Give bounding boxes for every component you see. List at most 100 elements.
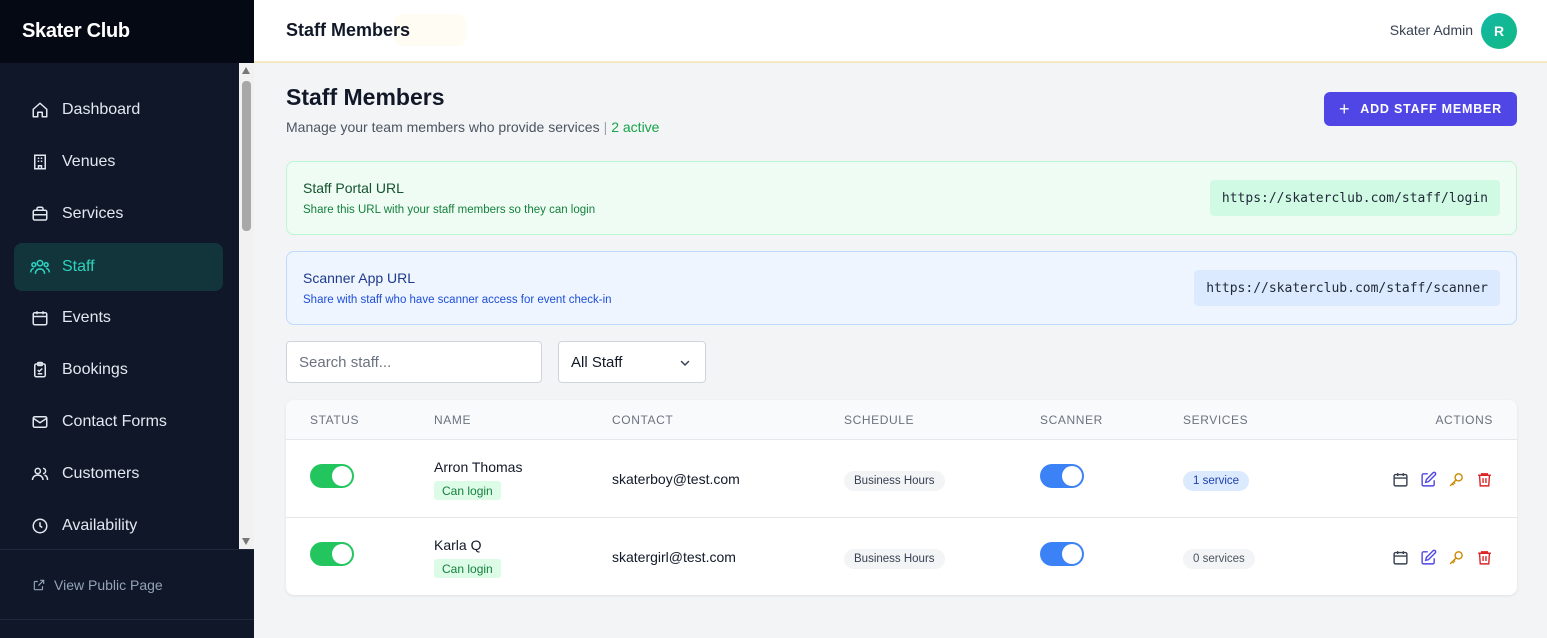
toggle-knob: [332, 466, 352, 486]
status-toggle[interactable]: [310, 542, 354, 566]
subtitle-text: Manage your team members who provide ser…: [286, 119, 600, 135]
briefcase-icon: [30, 204, 50, 224]
clock-icon: [30, 516, 50, 536]
scanner-app-url-card: Scanner App URL Share with staff who hav…: [286, 251, 1517, 325]
staff-name: Arron Thomas: [434, 459, 523, 475]
sidebar-item-customers[interactable]: Customers: [14, 450, 223, 498]
th-contact: CONTACT: [612, 413, 674, 427]
chevron-down-icon: [679, 356, 691, 373]
staff-portal-url[interactable]: https://skaterclub.com/staff/login: [1209, 180, 1500, 216]
schedule-badge: Business Hours: [844, 471, 945, 491]
building-icon: [30, 152, 50, 172]
table-header: STATUS NAME CONTACT SCHEDULE SCANNER SER…: [286, 400, 1517, 440]
sidebar-nav: Dashboard Venues Services Staff Events B…: [0, 63, 254, 549]
sidebar-bottom-divider: [0, 619, 254, 638]
sidebar-scrollbar[interactable]: [239, 63, 254, 549]
sidebar: Skater Club Dashboard Venues Services St…: [0, 0, 254, 638]
main-content: Staff Members Manage your team members w…: [254, 65, 1547, 638]
staff-filter-value: All Staff: [571, 353, 623, 371]
schedule-calendar-icon[interactable]: [1391, 470, 1409, 488]
scanner-app-url[interactable]: https://skaterclub.com/staff/scanner: [1194, 270, 1500, 306]
row-actions: [1391, 548, 1493, 566]
staff-filter-select[interactable]: All Staff: [558, 341, 706, 383]
sidebar-item-venues[interactable]: Venues: [14, 138, 223, 186]
schedule-calendar-icon[interactable]: [1391, 548, 1409, 566]
calendar-icon: [30, 308, 50, 328]
staff-email: skaterboy@test.com: [612, 471, 740, 487]
header-title: Staff Members: [286, 20, 411, 40]
scroll-down-icon[interactable]: [242, 538, 250, 545]
scanner-toggle[interactable]: [1040, 464, 1084, 488]
status-toggle[interactable]: [310, 464, 354, 488]
sidebar-item-label: Venues: [62, 153, 116, 170]
key-icon[interactable]: [1447, 470, 1465, 488]
th-status: STATUS: [310, 413, 360, 427]
scanner-toggle[interactable]: [1040, 542, 1084, 566]
sidebar-item-staff[interactable]: Staff: [14, 243, 223, 291]
edit-icon[interactable]: [1419, 470, 1437, 488]
user-name[interactable]: Skater Admin: [1390, 22, 1473, 38]
can-login-badge: Can login: [434, 481, 501, 500]
sidebar-item-availability[interactable]: Availability: [14, 502, 223, 549]
staff-portal-title: Staff Portal URL: [303, 180, 404, 196]
key-icon[interactable]: [1447, 548, 1465, 566]
services-badge: 1 service: [1183, 471, 1250, 491]
sidebar-item-bookings[interactable]: Bookings: [14, 346, 223, 394]
sidebar-item-contact-forms[interactable]: Contact Forms: [14, 398, 223, 446]
th-services: SERVICES: [1183, 413, 1249, 427]
home-icon: [30, 100, 50, 120]
sidebar-item-label: Events: [62, 309, 111, 326]
users-icon: [30, 257, 50, 277]
view-public-page-label: View Public Page: [54, 576, 163, 593]
delete-icon[interactable]: [1475, 470, 1493, 488]
sidebar-item-label: Staff: [62, 258, 95, 275]
user-group-icon: [30, 464, 50, 484]
toggle-knob: [332, 544, 352, 564]
view-public-page-link[interactable]: View Public Page: [0, 549, 254, 619]
brand-logo[interactable]: Skater Club: [0, 0, 254, 63]
page-subtitle: Manage your team members who provide ser…: [286, 119, 659, 135]
th-actions: ACTIONS: [1435, 413, 1493, 427]
top-header: Staff Members Skater Admin R: [254, 0, 1547, 63]
subtitle-separator: |: [603, 119, 608, 135]
can-login-badge: Can login: [434, 559, 501, 578]
search-input[interactable]: [286, 341, 542, 383]
staff-table: STATUS NAME CONTACT SCHEDULE SCANNER SER…: [286, 400, 1517, 595]
sidebar-item-services[interactable]: Services: [14, 190, 223, 238]
sidebar-item-label: Contact Forms: [62, 413, 167, 430]
scroll-up-icon[interactable]: [242, 67, 250, 74]
external-link-icon: [32, 578, 46, 592]
avatar[interactable]: R: [1481, 13, 1517, 49]
th-scanner: SCANNER: [1040, 413, 1103, 427]
add-staff-member-button[interactable]: + ADD STAFF MEMBER: [1324, 92, 1517, 126]
sidebar-item-label: Dashboard: [62, 101, 141, 118]
schedule-badge: Business Hours: [844, 549, 945, 569]
toggle-knob: [1062, 544, 1082, 564]
staff-portal-url-card: Staff Portal URL Share this URL with you…: [286, 161, 1517, 235]
row-actions: [1391, 470, 1493, 488]
th-name: NAME: [434, 413, 472, 427]
scroll-thumb[interactable]: [242, 81, 251, 231]
sidebar-item-dashboard[interactable]: Dashboard: [14, 86, 223, 134]
sidebar-item-label: Services: [62, 205, 124, 222]
active-count: 2 active: [611, 119, 660, 135]
sidebar-item-label: Customers: [62, 465, 140, 482]
services-badge: 0 services: [1183, 549, 1255, 569]
add-staff-member-label: ADD STAFF MEMBER: [1360, 102, 1503, 116]
sidebar-item-label: Availability: [62, 517, 138, 534]
th-schedule: SCHEDULE: [844, 413, 915, 427]
delete-icon[interactable]: [1475, 548, 1493, 566]
staff-email: skatergirl@test.com: [612, 549, 736, 565]
sidebar-item-label: Bookings: [62, 361, 128, 378]
mail-icon: [30, 412, 50, 432]
edit-icon[interactable]: [1419, 548, 1437, 566]
plus-icon: +: [1338, 99, 1351, 119]
scanner-app-title: Scanner App URL: [303, 270, 416, 286]
staff-portal-desc: Share this URL with your staff members s…: [303, 204, 596, 216]
staff-name: Karla Q: [434, 537, 482, 553]
table-row: Arron Thomas Can login skaterboy@test.co…: [286, 440, 1517, 518]
sidebar-item-events[interactable]: Events: [14, 294, 223, 342]
toggle-knob: [1062, 466, 1082, 486]
page-title: Staff Members: [286, 84, 445, 110]
scanner-app-desc: Share with staff who have scanner access…: [303, 294, 612, 306]
